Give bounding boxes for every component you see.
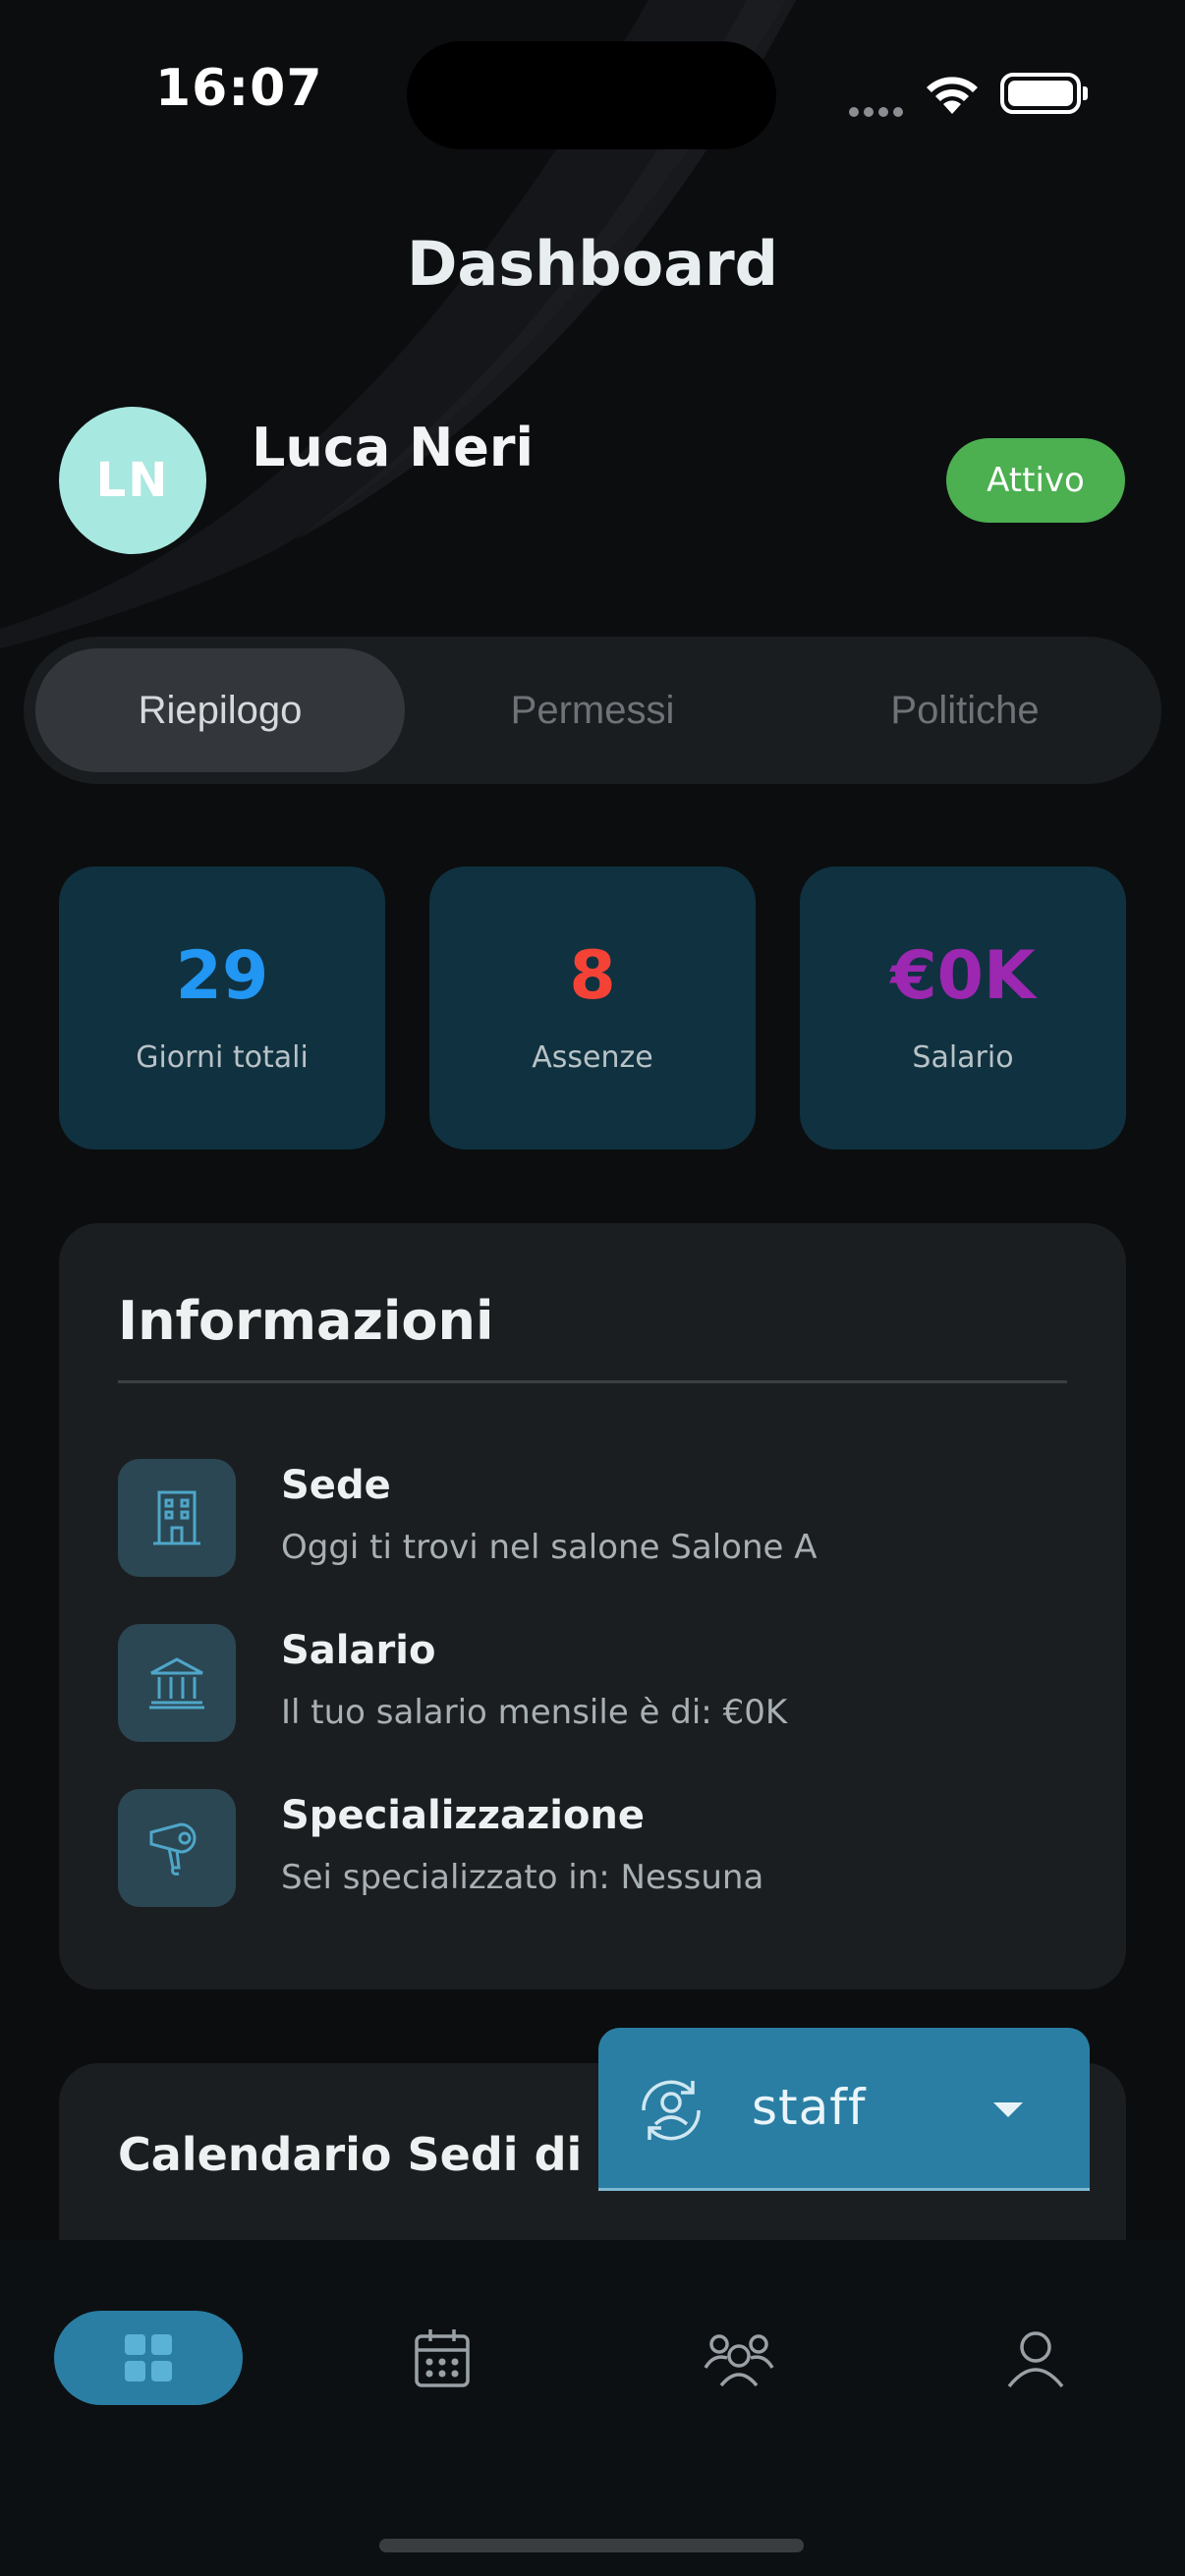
info-row-salario: Salario Il tuo salario mensile è di: €0K: [118, 1624, 1067, 1746]
stat-value: €0K: [890, 937, 1036, 1015]
info-description: Il tuo salario mensile è di: €0K: [281, 1693, 788, 1732]
stat-label: Assenze: [532, 1040, 653, 1075]
role-value: staff: [752, 2079, 867, 2136]
bank-icon: [118, 1624, 236, 1742]
building-icon: [118, 1459, 236, 1577]
status-badge: Attivo: [946, 438, 1125, 523]
stat-label: Giorni totali: [136, 1040, 309, 1075]
profile-icon: [1007, 2331, 1064, 2388]
wifi-icon: [927, 77, 978, 114]
stat-card-salario: €0K Salario: [800, 867, 1126, 1149]
calendar-icon: [415, 2329, 470, 2387]
battery-icon: [1000, 73, 1088, 114]
info-label: Salario: [281, 1628, 436, 1673]
info-label: Specializzazione: [281, 1793, 646, 1838]
tab-permessi[interactable]: Permessi: [408, 648, 777, 772]
divider: [118, 1380, 1067, 1383]
info-row-sede: Sede Oggi ti trovi nel salone Salone A: [118, 1459, 1067, 1581]
avatar[interactable]: LN: [59, 407, 206, 554]
nav-team[interactable]: [692, 2311, 786, 2405]
status-time: 16:07: [155, 59, 323, 118]
stat-card-assenze: 8 Assenze: [429, 867, 756, 1149]
info-title: Informazioni: [118, 1290, 494, 1352]
hair-dryer-icon: [118, 1789, 236, 1907]
tab-riepilogo[interactable]: Riepilogo: [35, 648, 405, 772]
nav-profile[interactable]: [988, 2311, 1083, 2405]
user-name: Luca Neri: [252, 417, 535, 478]
chevron-down-icon: [993, 2102, 1023, 2117]
tab-bar: Riepilogo Permessi Politiche: [24, 637, 1161, 784]
nav-dashboard[interactable]: [54, 2311, 243, 2405]
info-description: Oggi ti trovi nel salone Salone A: [281, 1528, 818, 1567]
status-bar: 16:07: [0, 0, 1185, 187]
tab-politiche[interactable]: Politiche: [780, 648, 1150, 772]
switch-account-icon: [642, 2080, 701, 2141]
cellular-signal-icon: [849, 102, 908, 121]
dynamic-island: [407, 41, 776, 149]
stat-card-giorni-totali: 29 Giorni totali: [59, 867, 385, 1149]
stat-label: Salario: [912, 1040, 1014, 1075]
stat-value: 8: [569, 937, 616, 1015]
role-dropdown[interactable]: staff: [598, 2028, 1090, 2191]
nav-calendar[interactable]: [395, 2311, 489, 2405]
info-row-specializzazione: Specializzazione Sei specializzato in: N…: [118, 1789, 1067, 1911]
info-label: Sede: [281, 1463, 391, 1508]
home-indicator[interactable]: [379, 2539, 804, 2552]
dashboard-icon: [125, 2334, 172, 2381]
team-icon: [704, 2334, 774, 2387]
stat-value: 29: [175, 937, 269, 1015]
info-card: Informazioni Sede Oggi ti trovi nel salo…: [59, 1223, 1126, 1989]
page-title: Dashboard: [406, 228, 779, 300]
info-description: Sei specializzato in: Nessuna: [281, 1858, 764, 1897]
bottom-navigation: [0, 2240, 1185, 2576]
